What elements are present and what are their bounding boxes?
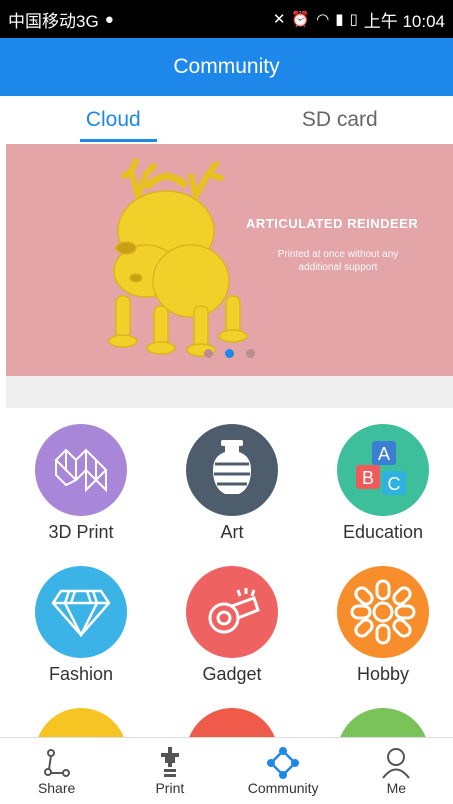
banner-title: ARTICULATED REINDEER xyxy=(246,216,418,231)
battery-icon: ▯ xyxy=(349,10,357,28)
app-bar: Community xyxy=(0,38,453,96)
carousel-dot[interactable] xyxy=(204,349,213,358)
nav-label: Print xyxy=(155,780,184,796)
chain-ring-icon xyxy=(337,566,429,658)
mute-icon: ✕ xyxy=(273,10,286,28)
lattice-icon xyxy=(35,424,127,516)
share-icon xyxy=(42,746,72,780)
nav-label: Me xyxy=(387,780,406,796)
category-art[interactable]: Art xyxy=(157,424,307,543)
svg-text:C: C xyxy=(388,474,401,494)
section-divider xyxy=(6,376,453,408)
category-label: Gadget xyxy=(157,664,307,685)
featured-banner[interactable]: ARTICULATED REINDEER Printed at once wit… xyxy=(6,144,453,376)
alarm-icon: ⏰ xyxy=(291,10,310,28)
carousel-indicator xyxy=(6,349,453,358)
category-label: Art xyxy=(157,522,307,543)
category-education[interactable]: ABC Education xyxy=(308,424,453,543)
tab-cloud[interactable]: Cloud xyxy=(0,96,227,144)
vase-icon xyxy=(186,424,278,516)
person-icon xyxy=(381,746,411,780)
community-icon xyxy=(266,746,300,780)
nav-community[interactable]: Community xyxy=(227,738,340,804)
category-label: Education xyxy=(308,522,453,543)
category-hobby[interactable]: Hobby xyxy=(308,566,453,685)
carrier-label: 中国移动3G xyxy=(8,7,99,32)
status-bar: 中国移动3G ● ✕ ⏰ ◠ ▮ ▯ 上午 10:04 xyxy=(0,0,453,38)
category-label: Hobby xyxy=(308,664,453,685)
chat-icon: ● xyxy=(105,11,114,28)
tab-bar: Cloud SD card xyxy=(0,96,453,144)
svg-text:B: B xyxy=(362,468,374,488)
category-gadget[interactable]: Gadget xyxy=(157,566,307,685)
page-title: Community xyxy=(173,55,279,79)
nav-label: Share xyxy=(38,780,75,796)
bottom-navigation: Share Print Community Me xyxy=(0,737,453,804)
wifi-icon: ◠ xyxy=(316,10,329,28)
signal-icon: ▮ xyxy=(335,10,343,28)
category-label: 3D Print xyxy=(6,522,156,543)
whistle-icon xyxy=(186,566,278,658)
nav-print[interactable]: Print xyxy=(113,738,226,804)
svg-text:A: A xyxy=(378,444,390,464)
reindeer-model-image xyxy=(76,156,276,366)
diamond-icon xyxy=(35,566,127,658)
category-fashion[interactable]: Fashion xyxy=(6,566,156,685)
printer-nozzle-icon xyxy=(155,746,185,780)
carousel-dot-active[interactable] xyxy=(225,349,234,358)
tab-label: Cloud xyxy=(86,108,141,132)
category-label: Fashion xyxy=(6,664,156,685)
nav-share[interactable]: Share xyxy=(0,738,113,804)
carousel-dot[interactable] xyxy=(246,349,255,358)
abc-blocks-icon: ABC xyxy=(337,424,429,516)
category-3d-print[interactable]: 3D Print xyxy=(6,424,156,543)
clock: 上午 10:04 xyxy=(364,7,445,32)
banner-subtitle: Printed at once without any additional s… xyxy=(268,248,408,274)
nav-me[interactable]: Me xyxy=(340,738,453,804)
nav-label: Community xyxy=(248,780,319,796)
tab-sd-card[interactable]: SD card xyxy=(227,96,453,144)
tab-label: SD card xyxy=(302,108,378,132)
